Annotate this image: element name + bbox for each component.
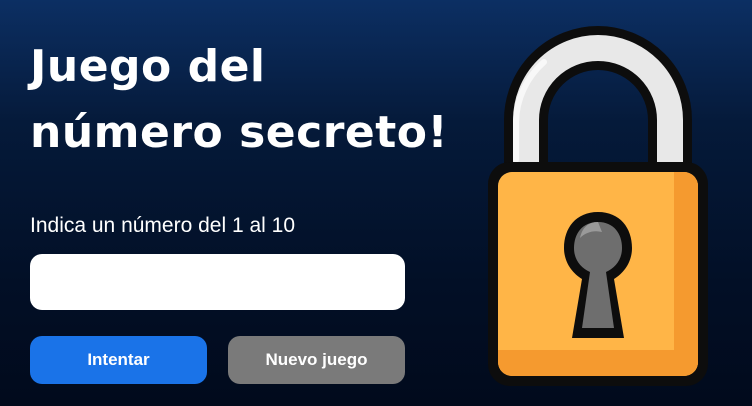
- title-line-2: número secreto!: [30, 107, 449, 158]
- new-game-button[interactable]: Nuevo juego: [228, 336, 405, 384]
- try-button[interactable]: Intentar: [30, 336, 207, 384]
- title-line-1: Juego del: [30, 41, 266, 92]
- page-title: Juego del número secreto!: [30, 34, 448, 166]
- number-input[interactable]: [30, 254, 405, 310]
- padlock-icon: [488, 26, 708, 386]
- number-prompt-label: Indica un número del 1 al 10: [30, 214, 296, 237]
